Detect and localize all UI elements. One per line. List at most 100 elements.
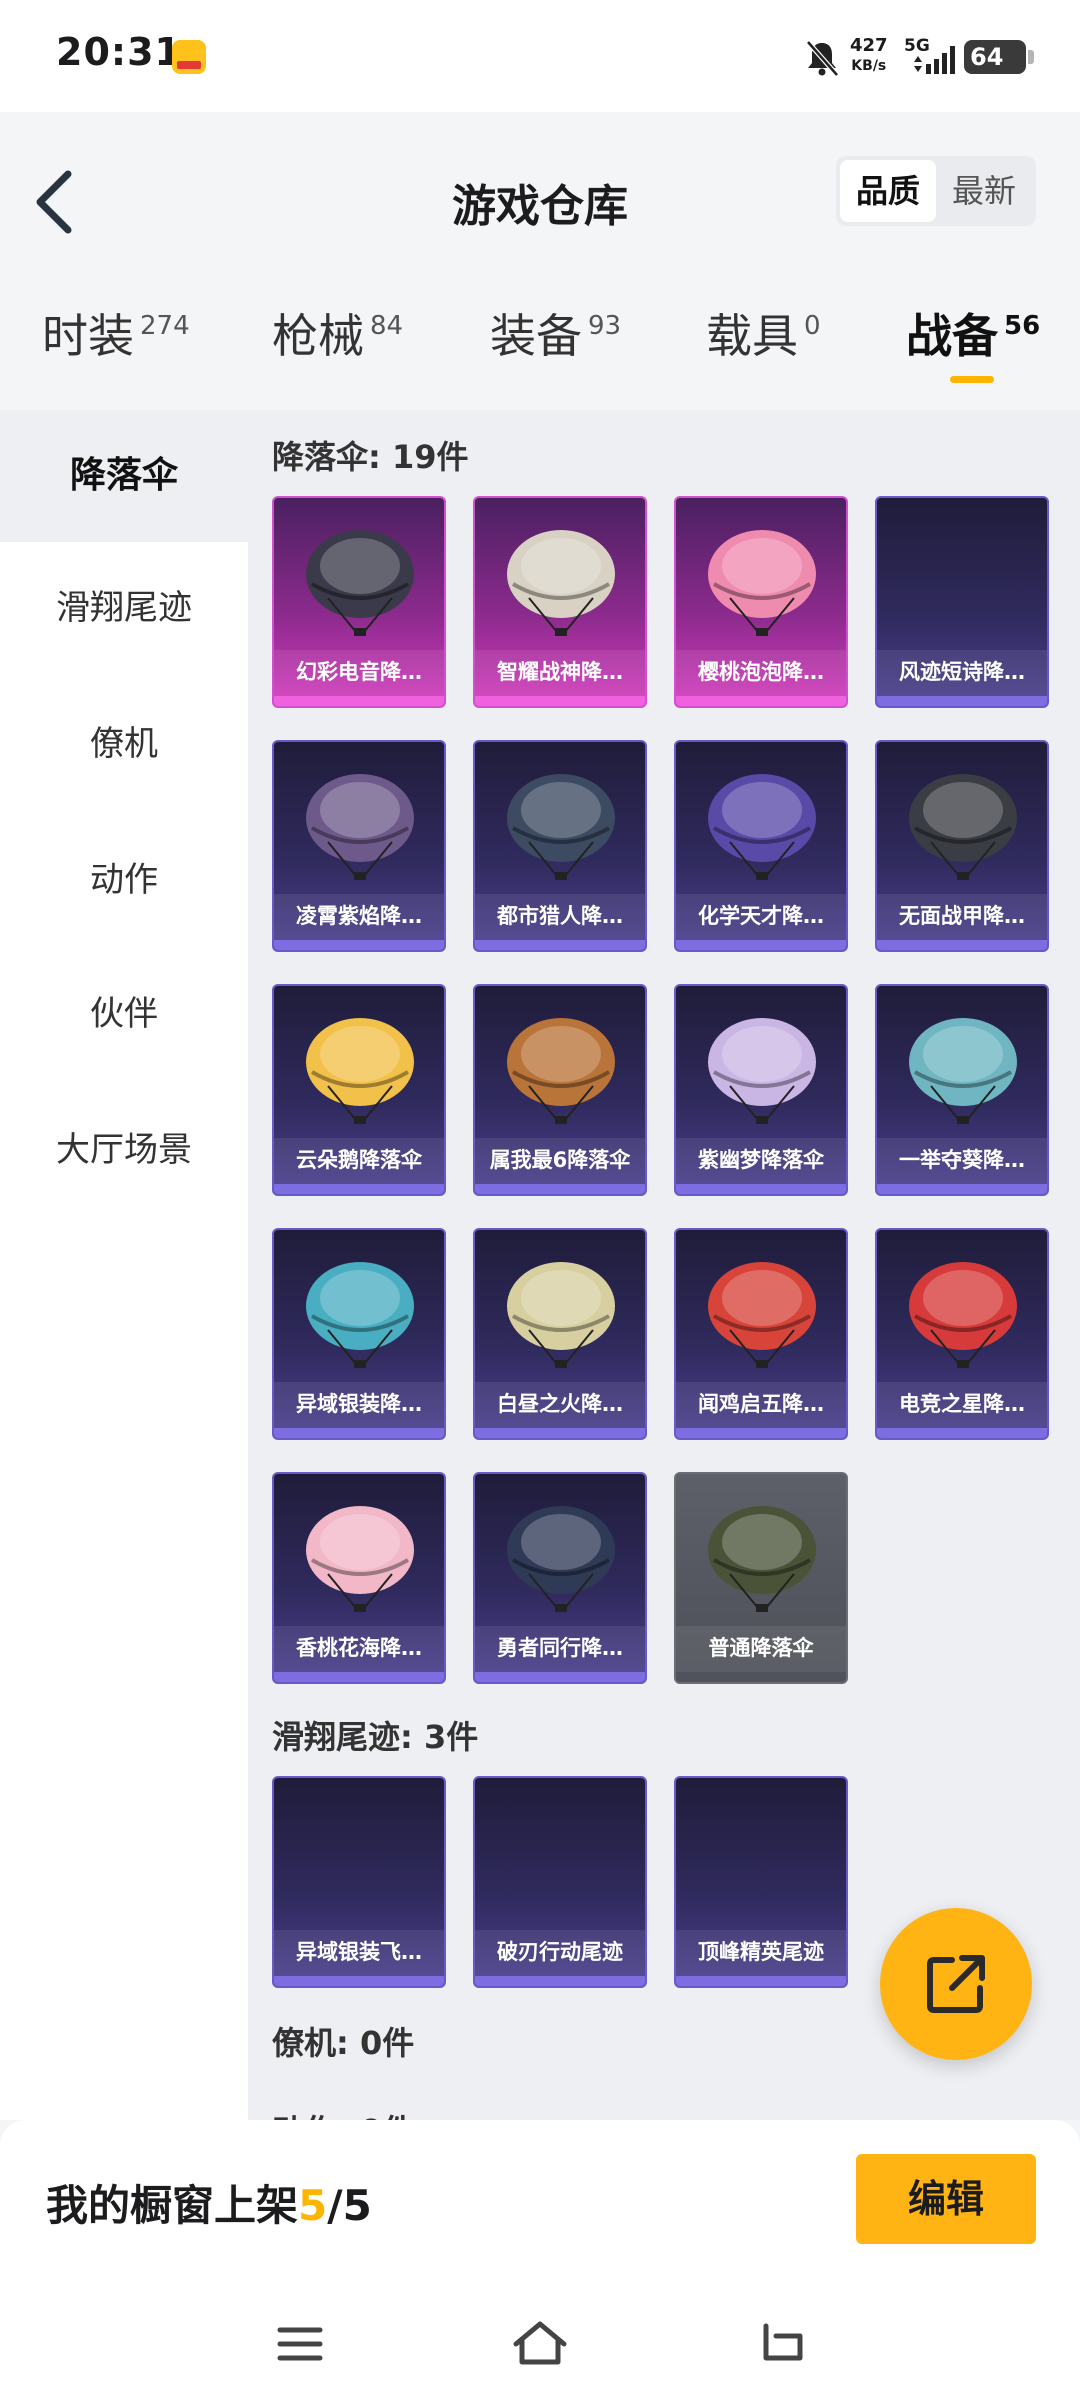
card-name: 云朵鹅降落伞 xyxy=(296,1148,422,1172)
parachute-image xyxy=(507,1262,615,1368)
sidebar-item-emote[interactable]: 动作 xyxy=(0,814,248,946)
rarity-bar xyxy=(877,1428,1047,1438)
card-name: 顶峰精英尾迹 xyxy=(698,1940,824,1964)
sidebar-item-companion[interactable]: 伙伴 xyxy=(0,948,248,1080)
parachute-image xyxy=(708,774,816,880)
tab-label: 枪械 xyxy=(272,309,364,363)
parachute-item-card[interactable]: 异域银装降… xyxy=(272,1228,446,1440)
card-name: 无面战甲降… xyxy=(899,904,1025,928)
share-button[interactable] xyxy=(880,1908,1032,2060)
tab-weapons[interactable]: 枪械 84 xyxy=(272,300,403,400)
parachute-image xyxy=(708,1018,816,1124)
parachute-image xyxy=(306,774,414,880)
menu-icon[interactable] xyxy=(270,2314,330,2374)
parachute-item-card[interactable]: 樱桃泡泡降… xyxy=(674,496,848,708)
rarity-bar xyxy=(475,940,645,950)
card-name: 普通降落伞 xyxy=(708,1636,814,1660)
rarity-bar xyxy=(475,1184,645,1194)
status-time: 20:31 xyxy=(56,30,182,74)
parachute-item-card[interactable]: 电竞之星降… xyxy=(875,1228,1049,1440)
tab-equipment[interactable]: 装备 93 xyxy=(490,300,621,400)
tab-count: 93 xyxy=(588,311,622,341)
parachute-item-card[interactable]: 风迹短诗降… xyxy=(875,496,1049,708)
card-name: 一举夺葵降… xyxy=(899,1148,1025,1172)
parachute-item-card[interactable]: 香桃花海降… xyxy=(272,1472,446,1684)
card-name: 风迹短诗降… xyxy=(899,660,1025,684)
parachute-image xyxy=(909,1018,1017,1124)
tab-fashion[interactable]: 时装 274 xyxy=(42,300,190,400)
section-title-parachute: 降落伞: 19件 xyxy=(272,438,469,476)
rarity-bar xyxy=(274,696,444,706)
sidebar-item-parachute[interactable]: 降落伞 xyxy=(0,410,248,542)
parachute-item-card[interactable]: 属我最6降落伞 xyxy=(473,984,647,1196)
showcase-current-count: 5 xyxy=(298,2181,328,2230)
battery-indicator: 64 xyxy=(964,40,1034,74)
home-icon[interactable] xyxy=(510,2314,570,2374)
parachute-item-card[interactable]: 云朵鹅降落伞 xyxy=(272,984,446,1196)
parachute-image xyxy=(708,1506,816,1612)
parachute-item-card[interactable]: 化学天才降… xyxy=(674,740,848,952)
parachute-item-card[interactable]: 普通降落伞 xyxy=(674,1472,848,1684)
rarity-bar xyxy=(274,1184,444,1194)
card-name: 紫幽梦降落伞 xyxy=(698,1148,824,1172)
card-name: 智耀战神降… xyxy=(497,660,623,684)
system-nav-bar xyxy=(0,2290,1080,2400)
parachute-image xyxy=(507,530,615,636)
trail-item-card[interactable]: 顶峰精英尾迹 xyxy=(674,1776,848,1988)
header: 游戏仓库 品质 最新 时装 274 枪械 84 装备 93 载具 0 战备 56 xyxy=(0,112,1080,402)
parachute-item-card[interactable]: 紫幽梦降落伞 xyxy=(674,984,848,1196)
tab-vehicles[interactable]: 载具 0 xyxy=(706,300,821,400)
card-name: 勇者同行降… xyxy=(497,1636,623,1660)
back-arrow-icon[interactable] xyxy=(750,2314,810,2374)
sidebar-item-lobby-scene[interactable]: 大厅场景 xyxy=(0,1084,248,1216)
section-title-emote: 动作: 0件 xyxy=(272,2106,414,2120)
parachute-item-card[interactable]: 智耀战神降… xyxy=(473,496,647,708)
card-name: 凌霄紫焰降… xyxy=(296,904,422,928)
sort-toggle: 品质 最新 xyxy=(836,156,1036,226)
parachute-item-card[interactable]: 都市猎人降… xyxy=(473,740,647,952)
rarity-bar xyxy=(676,1976,846,1986)
parachute-item-card[interactable]: 闻鸡启五降… xyxy=(674,1228,848,1440)
active-tab-indicator xyxy=(950,376,994,383)
sort-by-quality[interactable]: 品质 xyxy=(840,160,936,222)
rarity-bar xyxy=(475,696,645,706)
sidebar-item-wingman[interactable]: 僚机 xyxy=(0,678,248,810)
signal-icon xyxy=(914,46,955,74)
card-name: 属我最6降落伞 xyxy=(489,1148,631,1172)
rarity-bar xyxy=(274,940,444,950)
rarity-bar xyxy=(676,940,846,950)
parachute-item-card[interactable]: 凌霄紫焰降… xyxy=(272,740,446,952)
parachute-image xyxy=(306,1506,414,1612)
parachute-item-card[interactable]: 一举夺葵降… xyxy=(875,984,1049,1196)
rarity-bar xyxy=(877,1184,1047,1194)
parachute-item-card[interactable]: 幻彩电音降… xyxy=(272,496,446,708)
tab-count: 56 xyxy=(1004,311,1041,341)
parachute-image xyxy=(306,1262,414,1368)
card-name: 幻彩电音降… xyxy=(296,660,422,684)
showcase-label: 我的橱窗上架 xyxy=(46,2181,299,2230)
trail-item-card[interactable]: 异域银装飞… xyxy=(272,1776,446,1988)
card-name: 闻鸡启五降… xyxy=(698,1392,824,1416)
parachute-item-card[interactable]: 勇者同行降… xyxy=(473,1472,647,1684)
tab-count: 0 xyxy=(804,311,821,341)
rarity-bar xyxy=(676,1184,846,1194)
edit-button[interactable]: 编辑 xyxy=(856,2154,1036,2244)
bell-muted-icon xyxy=(806,40,839,77)
card-name: 樱桃泡泡降… xyxy=(698,660,824,684)
tab-battle-gear[interactable]: 战备 56 xyxy=(906,300,1040,400)
trail-item-card[interactable]: 破刃行动尾迹 xyxy=(473,1776,647,1988)
card-name: 电竞之星降… xyxy=(899,1392,1025,1416)
item-list[interactable]: 降落伞: 19件 幻彩电音降… 智耀战神降… 樱桃泡泡降… 风迹短诗降… 凌霄紫焰降… 都… xyxy=(248,410,1080,2120)
card-name: 化学天才降… xyxy=(698,904,824,928)
sidebar-item-glide-trail[interactable]: 滑翔尾迹 xyxy=(0,542,248,674)
sidebar: 降落伞 滑翔尾迹 僚机 动作 伙伴 大厅场景 xyxy=(0,410,248,2120)
tab-label: 战备 xyxy=(906,309,998,363)
parachute-image xyxy=(708,530,816,636)
category-tabs: 时装 274 枪械 84 装备 93 载具 0 战备 56 xyxy=(0,300,1080,400)
parachute-item-card[interactable]: 白昼之火降… xyxy=(473,1228,647,1440)
rarity-bar xyxy=(475,1976,645,1986)
rarity-bar xyxy=(274,1976,444,1986)
parachute-image xyxy=(306,530,414,636)
sort-by-newest[interactable]: 最新 xyxy=(936,160,1032,222)
parachute-item-card[interactable]: 无面战甲降… xyxy=(875,740,1049,952)
